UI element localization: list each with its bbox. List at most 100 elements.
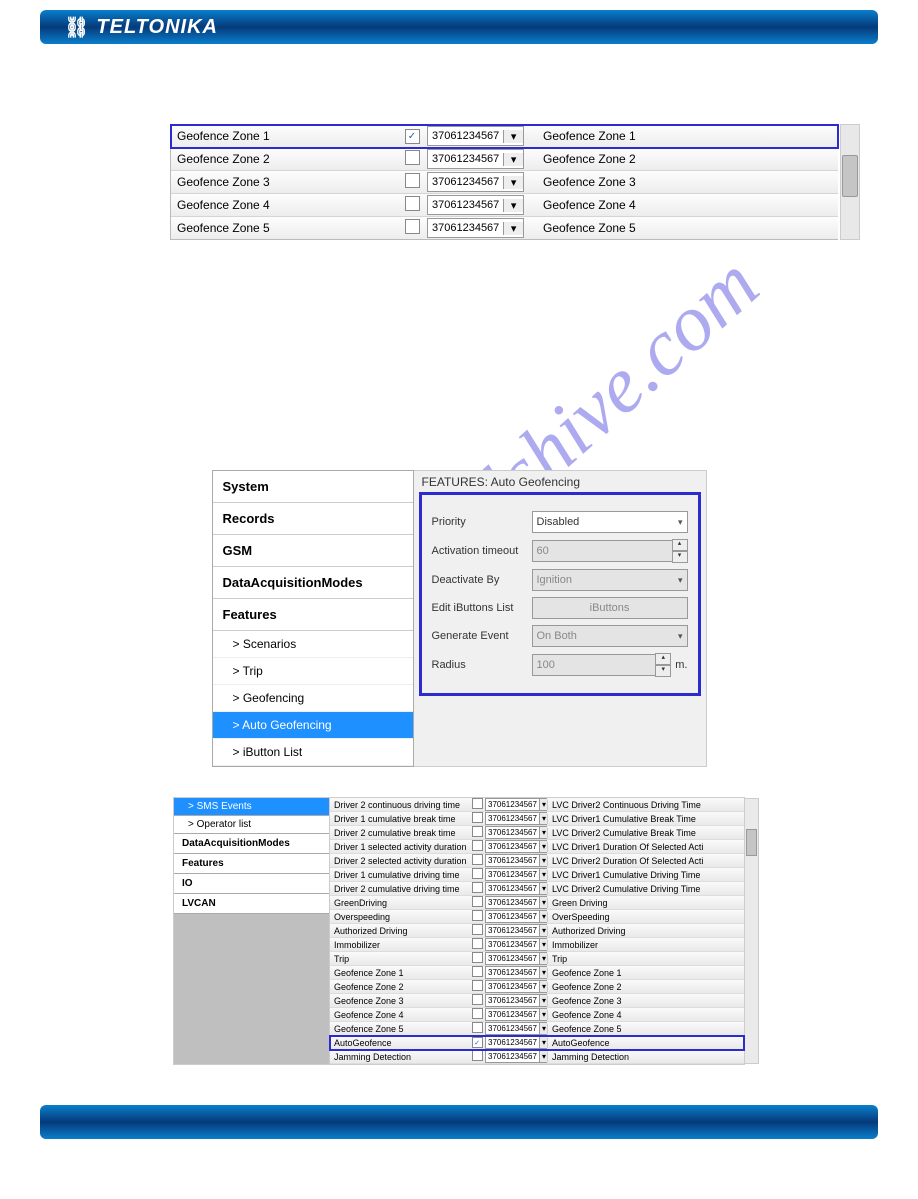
enable-checkbox[interactable] — [472, 1022, 483, 1033]
event-row[interactable]: Jamming Detection37061234567▾Jamming Det… — [330, 1050, 744, 1064]
priority-select[interactable]: Disabled▾ — [532, 511, 688, 533]
event-row[interactable]: Driver 1 selected activity duration37061… — [330, 840, 744, 854]
phone-select[interactable]: 37061234567▾ — [427, 195, 524, 215]
phone-select[interactable]: 37061234567▾ — [485, 896, 547, 909]
nav-item[interactable]: LVCAN — [174, 894, 329, 914]
event-row[interactable]: Driver 2 cumulative driving time37061234… — [330, 882, 744, 896]
enable-checkbox[interactable] — [472, 910, 483, 921]
event-row[interactable]: Geofence Zone 537061234567▾Geofence Zone… — [330, 1022, 744, 1036]
nav-sub-item[interactable]: > iButton List — [213, 739, 413, 766]
geofence-row[interactable]: Geofence Zone 437061234567▾Geofence Zone… — [171, 194, 838, 217]
event-row[interactable]: Driver 1 cumulative driving time37061234… — [330, 868, 744, 882]
enable-checkbox[interactable]: ✓ — [472, 1037, 483, 1048]
phone-select[interactable]: 37061234567▾ — [485, 924, 547, 937]
phone-select[interactable]: 37061234567▾ — [427, 218, 524, 238]
nav-sub-item[interactable]: > Geofencing — [213, 685, 413, 712]
phone-select[interactable]: 37061234567▾ — [427, 126, 524, 146]
nav-item[interactable]: Features — [213, 599, 413, 631]
enable-checkbox[interactable] — [405, 219, 420, 234]
geofence-row[interactable]: Geofence Zone 337061234567▾Geofence Zone… — [171, 171, 838, 194]
phone-select[interactable]: 37061234567▾ — [485, 1022, 547, 1035]
phone-select[interactable]: 37061234567▾ — [485, 826, 547, 839]
nav-item[interactable]: Records — [213, 503, 413, 535]
nav-item[interactable]: IO — [174, 874, 329, 894]
enable-checkbox[interactable] — [472, 882, 483, 893]
nav-item[interactable]: GSM — [213, 535, 413, 567]
spin-up-icon[interactable]: ▴ — [655, 653, 671, 665]
event-row[interactable]: Immobilizer37061234567▾Immobilizer — [330, 938, 744, 952]
event-row[interactable]: Geofence Zone 437061234567▾Geofence Zone… — [330, 1008, 744, 1022]
enable-checkbox[interactable] — [472, 854, 483, 865]
scrollbar[interactable] — [744, 798, 759, 1064]
timeout-input[interactable]: 60 — [532, 540, 673, 562]
nav-item[interactable]: System — [213, 471, 413, 503]
enable-checkbox[interactable] — [405, 196, 420, 211]
phone-select[interactable]: 37061234567▾ — [485, 994, 547, 1007]
spin-down-icon[interactable]: ▾ — [672, 551, 688, 563]
enable-checkbox[interactable] — [472, 896, 483, 907]
nav-item[interactable]: Features — [174, 854, 329, 874]
phone-select[interactable]: 37061234567▾ — [485, 868, 547, 881]
enable-checkbox[interactable] — [472, 812, 483, 823]
phone-select[interactable]: 37061234567▾ — [485, 1036, 547, 1049]
event-row[interactable]: Driver 1 cumulative break time3706123456… — [330, 812, 744, 826]
scrollbar-thumb[interactable] — [842, 155, 858, 197]
nav-sub-item[interactable]: > Trip — [213, 658, 413, 685]
enable-checkbox[interactable]: ✓ — [405, 129, 420, 144]
event-row[interactable]: Geofence Zone 137061234567▾Geofence Zone… — [330, 966, 744, 980]
enable-checkbox[interactable] — [472, 826, 483, 837]
enable-checkbox[interactable] — [472, 938, 483, 949]
ibuttons-button[interactable]: iButtons — [532, 597, 688, 619]
geofence-row[interactable]: Geofence Zone 1✓37061234567▾Geofence Zon… — [171, 125, 838, 148]
event-row[interactable]: Geofence Zone 237061234567▾Geofence Zone… — [330, 980, 744, 994]
enable-checkbox[interactable] — [472, 840, 483, 851]
enable-checkbox[interactable] — [472, 1008, 483, 1019]
spin-down-icon[interactable]: ▾ — [655, 665, 671, 677]
phone-select[interactable]: 37061234567▾ — [485, 1050, 547, 1063]
radius-input[interactable]: 100 — [532, 654, 657, 676]
enable-checkbox[interactable] — [472, 798, 483, 809]
enable-checkbox[interactable] — [472, 1050, 483, 1061]
deactivate-select[interactable]: Ignition▾ — [532, 569, 688, 591]
enable-checkbox[interactable] — [472, 952, 483, 963]
nav-item[interactable]: DataAcquisitionModes — [174, 834, 329, 854]
nav-sub-item[interactable]: > SMS Events — [174, 798, 329, 816]
phone-select[interactable]: 37061234567▾ — [485, 798, 547, 811]
spin-up-icon[interactable]: ▴ — [672, 539, 688, 551]
nav-sub-item[interactable]: > Scenarios — [213, 631, 413, 658]
enable-checkbox[interactable] — [472, 994, 483, 1005]
enable-checkbox[interactable] — [472, 980, 483, 991]
phone-select[interactable]: 37061234567▾ — [485, 854, 547, 867]
geofence-row[interactable]: Geofence Zone 237061234567▾Geofence Zone… — [171, 148, 838, 171]
nav-item[interactable]: DataAcquisitionModes — [213, 567, 413, 599]
event-row[interactable]: GreenDriving37061234567▾Green Driving — [330, 896, 744, 910]
nav-sub-item[interactable]: > Auto Geofencing — [213, 712, 413, 739]
phone-select[interactable]: 37061234567▾ — [485, 980, 547, 993]
nav-sub-item[interactable]: > Operator list — [174, 816, 329, 834]
phone-select[interactable]: 37061234567▾ — [485, 938, 547, 951]
event-row[interactable]: Driver 2 cumulative break time3706123456… — [330, 826, 744, 840]
event-row[interactable]: Trip37061234567▾Trip — [330, 952, 744, 966]
phone-select[interactable]: 37061234567▾ — [485, 882, 547, 895]
event-row[interactable]: Geofence Zone 337061234567▾Geofence Zone… — [330, 994, 744, 1008]
enable-checkbox[interactable] — [405, 150, 420, 165]
phone-select[interactable]: 37061234567▾ — [485, 910, 547, 923]
enable-checkbox[interactable] — [405, 173, 420, 188]
event-row[interactable]: Driver 2 continuous driving time37061234… — [330, 798, 744, 812]
event-row[interactable]: Overspeeding37061234567▾OverSpeeding — [330, 910, 744, 924]
phone-select[interactable]: 37061234567▾ — [485, 1008, 547, 1021]
geofence-row[interactable]: Geofence Zone 537061234567▾Geofence Zone… — [171, 217, 838, 239]
phone-select[interactable]: 37061234567▾ — [427, 149, 524, 169]
phone-select[interactable]: 37061234567▾ — [427, 172, 524, 192]
event-row[interactable]: AutoGeofence✓37061234567▾AutoGeofence — [330, 1036, 744, 1050]
phone-select[interactable]: 37061234567▾ — [485, 812, 547, 825]
enable-checkbox[interactable] — [472, 868, 483, 879]
scrollbar[interactable] — [840, 124, 860, 240]
phone-select[interactable]: 37061234567▾ — [485, 966, 547, 979]
event-row[interactable]: Driver 2 selected activity duration37061… — [330, 854, 744, 868]
phone-select[interactable]: 37061234567▾ — [485, 840, 547, 853]
generate-event-select[interactable]: On Both▾ — [532, 625, 688, 647]
enable-checkbox[interactable] — [472, 924, 483, 935]
event-row[interactable]: Authorized Driving37061234567▾Authorized… — [330, 924, 744, 938]
enable-checkbox[interactable] — [472, 966, 483, 977]
